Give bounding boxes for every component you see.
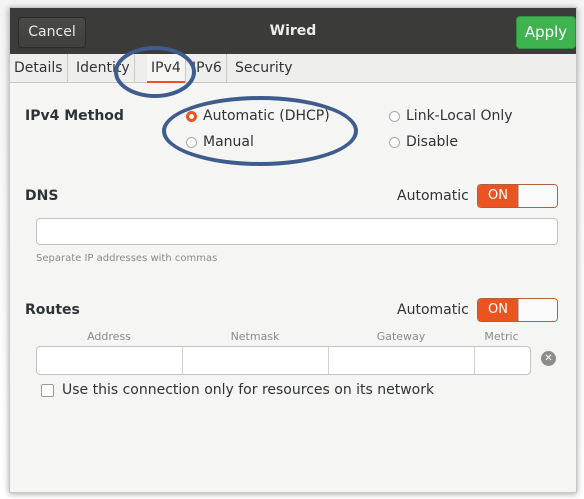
dns-automatic-toggle[interactable]: ON bbox=[477, 184, 558, 208]
routes-row bbox=[36, 346, 531, 375]
tab-details[interactable]: Details bbox=[10, 54, 68, 82]
column-metric: Metric bbox=[484, 330, 519, 343]
radio-indicator bbox=[389, 110, 400, 122]
column-gateway: Gateway bbox=[376, 330, 426, 343]
toggle-on-text: ON bbox=[478, 185, 518, 207]
ipv4-method-label: IPv4 Method bbox=[25, 108, 124, 124]
dns-hint: Separate IP addresses with commas bbox=[36, 253, 218, 264]
column-address: Address bbox=[87, 330, 131, 343]
routes-automatic-label: Automatic bbox=[397, 302, 469, 318]
radio-indicator bbox=[389, 136, 400, 148]
restrict-network-checkbox[interactable]: Use this connection only for resources o… bbox=[41, 382, 434, 398]
radio-link-local-only[interactable]: Link-Local Only bbox=[389, 108, 513, 124]
window-title: Wired bbox=[269, 23, 317, 39]
annotation-circle-method bbox=[162, 96, 358, 166]
route-address-input[interactable] bbox=[37, 347, 183, 374]
radio-label: Disable bbox=[406, 134, 458, 150]
route-netmask-input[interactable] bbox=[183, 347, 329, 374]
dns-label: DNS bbox=[25, 188, 59, 204]
column-netmask: Netmask bbox=[230, 330, 280, 343]
radio-label: Link-Local Only bbox=[406, 108, 513, 124]
checkbox-box bbox=[41, 383, 54, 397]
route-metric-input[interactable] bbox=[475, 347, 530, 374]
route-gateway-input[interactable] bbox=[329, 347, 475, 374]
annotation-circle-ipv4-tab bbox=[114, 46, 196, 98]
routes-label: Routes bbox=[25, 302, 80, 318]
radio-disable[interactable]: Disable bbox=[389, 134, 458, 150]
dns-input[interactable] bbox=[36, 218, 558, 245]
apply-button[interactable]: Apply bbox=[516, 16, 576, 49]
tab-security[interactable]: Security bbox=[231, 54, 297, 82]
wired-settings-window: Cancel Wired Apply Details Identity IPv4… bbox=[9, 7, 577, 493]
cancel-button[interactable]: Cancel bbox=[18, 17, 86, 48]
tab-bar: Details Identity IPv4 IPv6 Security bbox=[10, 54, 576, 83]
routes-automatic-toggle[interactable]: ON bbox=[477, 298, 558, 322]
toggle-knob bbox=[518, 299, 557, 321]
clear-icon[interactable]: ✕ bbox=[541, 351, 556, 366]
toggle-knob bbox=[518, 185, 557, 207]
dns-automatic-label: Automatic bbox=[397, 188, 469, 204]
title-bar: Cancel Wired Apply bbox=[10, 8, 576, 54]
checkbox-label: Use this connection only for resources o… bbox=[62, 382, 435, 398]
toggle-on-text: ON bbox=[478, 299, 518, 321]
